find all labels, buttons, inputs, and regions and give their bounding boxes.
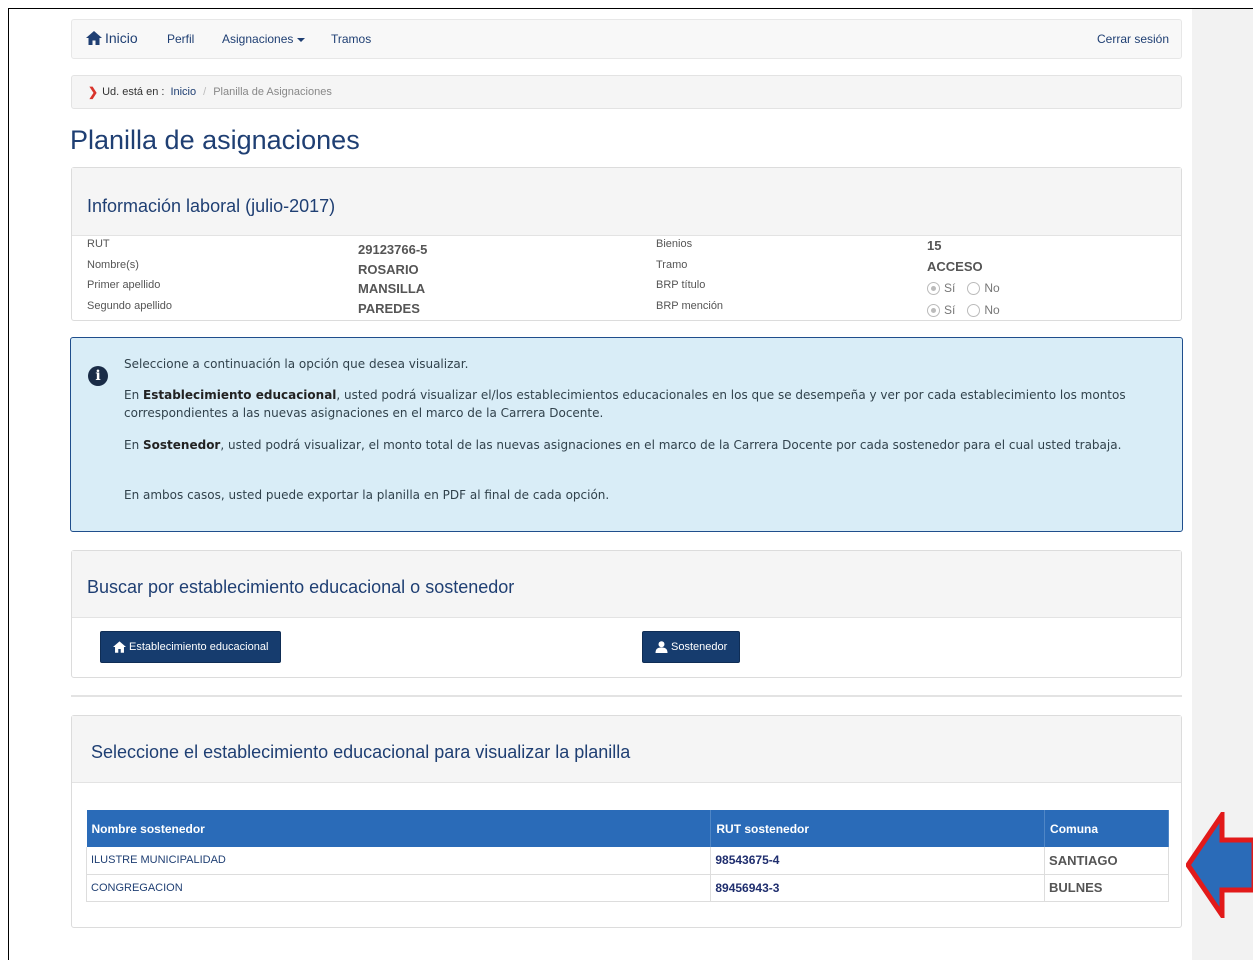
nav-tramos-link[interactable]: Tramos xyxy=(331,32,371,46)
brp-titulo-si-radio[interactable] xyxy=(927,281,940,295)
nav-perfil-link[interactable]: Perfil xyxy=(167,32,194,46)
page-title: Planilla de asignaciones xyxy=(70,125,360,155)
sostenedores-table: Nombre sostenedor RUT sostenedor Comuna … xyxy=(85,810,1169,902)
alert-p2-pre: En xyxy=(124,388,144,402)
breadcrumb-current: Planilla de Asignaciones xyxy=(213,86,332,98)
header-nombre-sostenedor[interactable]: Nombre sostenedor xyxy=(86,810,712,847)
top-navbar: Inicio Perfil Asignaciones Tramos Cerrar… xyxy=(71,19,1182,59)
brp-mencion-no-label: No xyxy=(984,303,1000,317)
brp-titulo-si-label: Sí xyxy=(944,281,956,295)
establecimiento-button-label: Establecimiento educacional xyxy=(129,641,269,653)
search-panel-title: Buscar por establecimiento educacional o… xyxy=(87,577,515,597)
brp-titulo-no-label: No xyxy=(984,281,1000,295)
sostenedor-button-label: Sostenedor xyxy=(671,641,728,653)
info-panel-title: Información laboral (julio-2017) xyxy=(87,196,336,216)
cell-nombre[interactable]: ILUSTRE MUNICIPALIDAD xyxy=(85,847,712,875)
primer-apellido-value: MANSILLA xyxy=(358,281,426,296)
home-icon xyxy=(113,641,126,653)
nombre-label: Nombre(s) xyxy=(87,259,139,271)
brp-mencion-si-radio[interactable] xyxy=(927,303,940,317)
cell-comuna: BULNES xyxy=(1044,874,1169,902)
alert-paragraph-3: En Sostenedor, usted podrá visualizar, e… xyxy=(124,436,1159,454)
nav-asignaciones-dropdown[interactable]: Asignaciones xyxy=(222,32,306,46)
cell-rut[interactable]: 89456943-3 xyxy=(710,874,1046,902)
cell-nombre[interactable]: CONGREGACION xyxy=(85,874,712,902)
brp-mencion-radio-group: Sí No xyxy=(927,303,1000,317)
sostenedor-button[interactable]: Sostenedor xyxy=(642,631,741,663)
alert-paragraph-4: En ambos casos, usted puede exportar la … xyxy=(124,488,610,502)
header-comuna[interactable]: Comuna xyxy=(1044,810,1169,847)
alert-p3-bold: Sostenedor xyxy=(143,438,221,452)
brp-titulo-no-radio[interactable] xyxy=(967,281,981,295)
alert-p3-post: , usted podrá visualizar, el monto total… xyxy=(220,438,1122,452)
bienios-label: Bienios xyxy=(656,238,693,250)
table-header-row: Nombre sostenedor RUT sostenedor Comuna xyxy=(86,810,1169,847)
section-divider xyxy=(71,695,1182,697)
cell-comuna: SANTIAGO xyxy=(1044,847,1169,875)
alert-paragraph-2: En Establecimiento educacional, usted po… xyxy=(124,386,1159,422)
table-panel-header: Seleccione el establecimiento educaciona… xyxy=(72,716,1181,783)
alert-p2-bold: Establecimiento educacional xyxy=(143,388,337,402)
establecimiento-button[interactable]: Establecimiento educacional xyxy=(100,631,282,663)
alert-paragraph-1: Seleccione a continuación la opción que … xyxy=(124,357,469,371)
brp-titulo-label: BRP título xyxy=(656,279,706,291)
nav-asignaciones-label: Asignaciones xyxy=(222,32,294,46)
info-circle-icon: i xyxy=(88,366,108,386)
primer-apellido-label: Primer apellido xyxy=(87,279,161,291)
logout-link[interactable]: Cerrar sesión xyxy=(1097,32,1169,46)
tramo-value: ACCESO xyxy=(927,259,983,274)
caret-down-icon xyxy=(297,37,306,42)
brp-mencion-no-radio[interactable] xyxy=(967,303,981,317)
breadcrumb-prefix: Ud. está en : xyxy=(102,86,165,98)
rut-value: 29123766-5 xyxy=(358,242,428,257)
cell-rut[interactable]: 98543675-4 xyxy=(710,847,1046,875)
tramo-label: Tramo xyxy=(656,259,688,271)
info-grid: RUT 29123766-5 Nombre(s) ROSARIO Primer … xyxy=(72,236,1181,321)
user-icon xyxy=(655,641,668,653)
establecimientos-panel: Seleccione el establecimiento educaciona… xyxy=(71,715,1182,928)
pointer-arrow-icon xyxy=(1186,812,1253,918)
table-row[interactable]: ILUSTRE MUNICIPALIDAD 98543675-4 SANTIAG… xyxy=(85,847,1169,875)
info-alert: i Seleccione a continuación la opción qu… xyxy=(70,337,1183,532)
brp-mencion-si-label: Sí xyxy=(944,303,956,317)
brp-titulo-radio-group: Sí No xyxy=(927,281,1000,295)
breadcrumb-separator: / xyxy=(203,86,207,98)
breadcrumb: ❯ Ud. está en : Inicio / Planilla de Asi… xyxy=(71,75,1182,109)
nav-home-label: Inicio xyxy=(105,30,138,46)
bienios-value: 15 xyxy=(927,238,942,253)
search-panel: Buscar por establecimiento educacional o… xyxy=(71,550,1182,678)
brp-mencion-label: BRP mención xyxy=(656,300,724,312)
segundo-apellido-label: Segundo apellido xyxy=(87,300,173,312)
nombre-value: ROSARIO xyxy=(358,262,419,277)
segundo-apellido-value: PAREDES xyxy=(358,301,420,316)
info-panel-header: Información laboral (julio-2017) xyxy=(72,168,1181,236)
alert-p3-pre: En xyxy=(124,438,144,452)
chevron-right-icon: ❯ xyxy=(88,85,99,99)
breadcrumb-home-link[interactable]: Inicio xyxy=(170,86,196,98)
search-panel-header: Buscar por establecimiento educacional o… xyxy=(72,551,1181,618)
table-row[interactable]: CONGREGACION 89456943-3 BULNES xyxy=(85,874,1169,902)
table-panel-title: Seleccione el establecimiento educaciona… xyxy=(91,742,631,762)
page-content: Inicio Perfil Asignaciones Tramos Cerrar… xyxy=(60,9,1192,960)
info-laboral-panel: Información laboral (julio-2017) RUT 291… xyxy=(71,167,1182,321)
nav-home-link[interactable]: Inicio xyxy=(86,30,138,46)
header-rut-sostenedor[interactable]: RUT sostenedor xyxy=(710,810,1046,847)
rut-label: RUT xyxy=(87,238,110,250)
home-icon xyxy=(86,31,102,45)
